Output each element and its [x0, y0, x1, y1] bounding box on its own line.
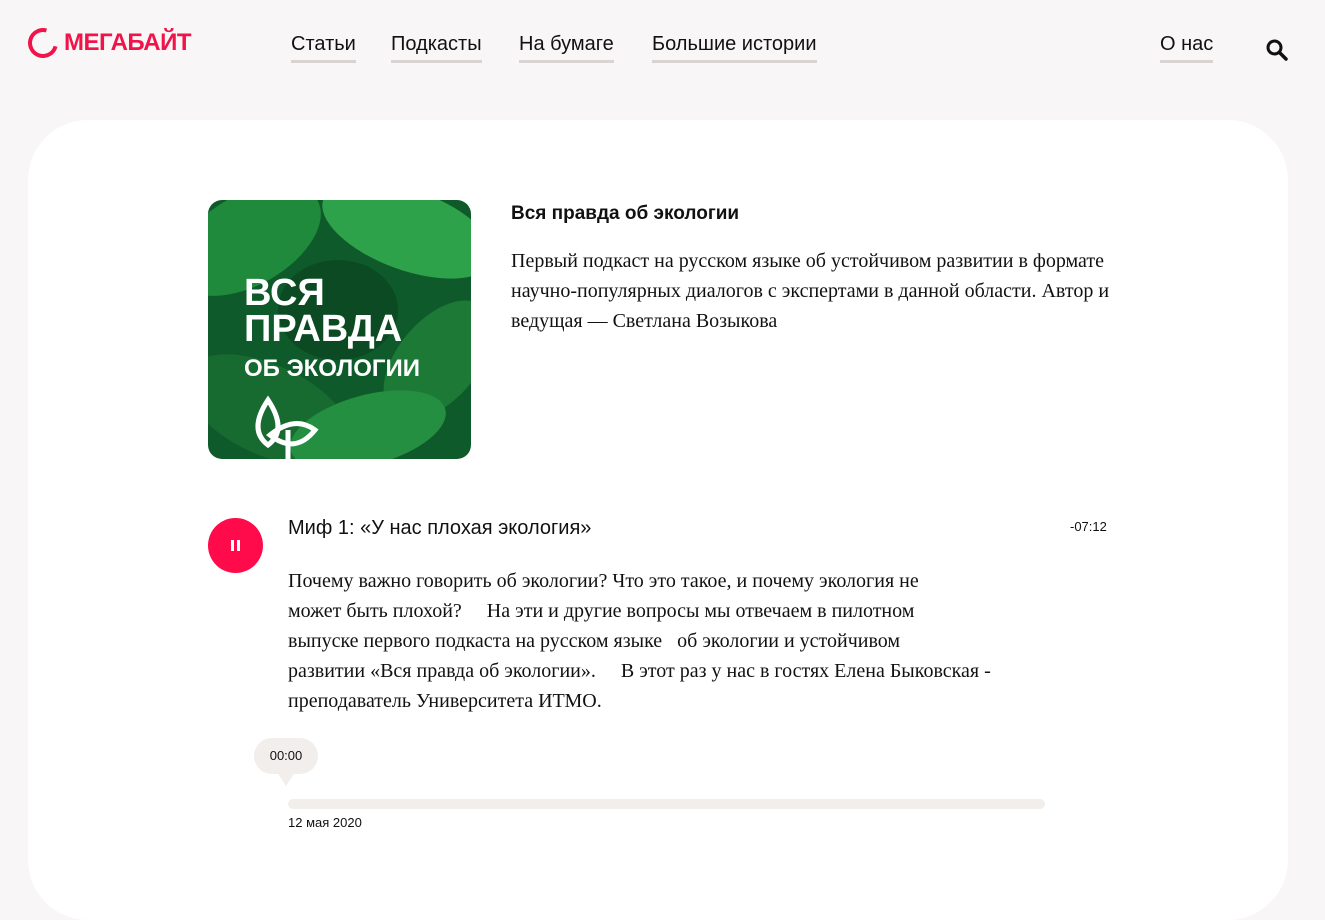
nav-item-big-stories[interactable]: Большие истории [652, 32, 817, 63]
remaining-time: -07:12 [1070, 519, 1107, 534]
nav-item-print[interactable]: На бумаге [519, 32, 614, 63]
nav-item-articles[interactable]: Статьи [291, 32, 356, 63]
episode-title: Миф 1: «У нас плохая экология» [288, 517, 592, 539]
podcast-cover: ВСЯ ПРАВДА ОБ ЭКОЛОГИИ [208, 200, 471, 459]
search-icon[interactable] [1265, 38, 1289, 62]
site-header: МЕГАБАЙТ Статьи Подкасты На бумаге Больш… [0, 0, 1325, 100]
logo-ring-icon [22, 22, 64, 64]
podcast-title: Вся правда об экологии [511, 203, 740, 224]
cover-line-2: ПРАВДА [244, 308, 403, 350]
nav-item-podcasts[interactable]: Подкасты [391, 32, 482, 63]
episode-date: 12 мая 2020 [288, 815, 362, 830]
play-pause-button[interactable] [208, 518, 263, 573]
progress-bar[interactable] [288, 799, 1045, 809]
current-time-bubble: 00:00 [254, 738, 318, 774]
site-logo[interactable]: МЕГАБАЙТ [22, 22, 192, 64]
logo-text: МЕГАБАЙТ [64, 29, 192, 56]
podcast-description: Первый подкаст на русском языке об устой… [511, 250, 1110, 332]
cover-line-3: ОБ ЭКОЛОГИИ [244, 355, 420, 382]
episode-description: Почему важно говорить об экологии? Что э… [288, 570, 991, 712]
nav-item-about[interactable]: О нас [1160, 32, 1214, 63]
bubble-tail [277, 772, 295, 786]
